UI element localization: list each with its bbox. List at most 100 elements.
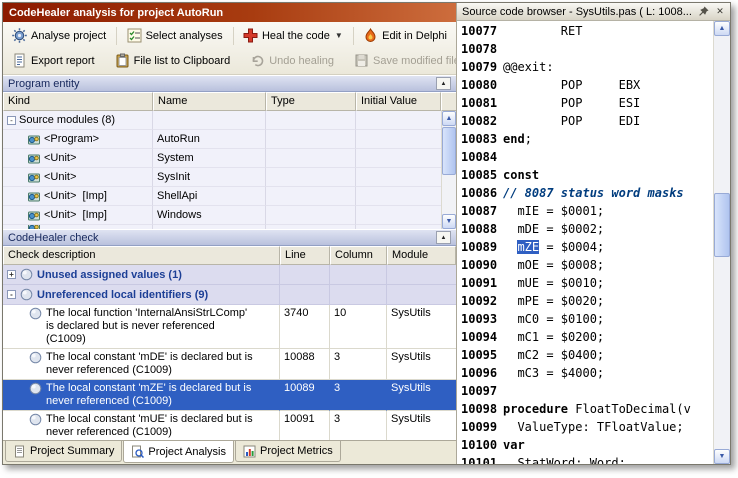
- column-header-kind[interactable]: Kind: [3, 92, 153, 111]
- line-number: 10101: [461, 456, 498, 464]
- file-list-to-clipboard-button[interactable]: File list to Clipboard: [108, 50, 238, 72]
- code-line[interactable]: 10086 // 8087 status word masks: [457, 184, 713, 202]
- tree-row[interactable]: - Source modules (8): [3, 111, 441, 130]
- unit-icon: [27, 189, 41, 203]
- code-line[interactable]: 10080 POP EBX: [457, 76, 713, 94]
- expander-icon[interactable]: +: [7, 270, 16, 279]
- code-line[interactable]: 10089 mZE = $0004;: [457, 238, 713, 256]
- line-number: 10086: [461, 186, 498, 200]
- scroll-up-icon[interactable]: ▲: [442, 111, 456, 126]
- code-line[interactable]: 10092 mPE = $0020;: [457, 292, 713, 310]
- code-line[interactable]: 10090 mOE = $0008;: [457, 256, 713, 274]
- code-line[interactable]: 10091 mUE = $0010;: [457, 274, 713, 292]
- metrics-chart-icon: [243, 445, 256, 458]
- line-number: 10098: [461, 402, 498, 416]
- close-icon[interactable]: ✕: [713, 5, 727, 19]
- undo-healing-button[interactable]: Undo healing: [243, 50, 341, 72]
- code-line[interactable]: 10078: [457, 40, 713, 58]
- tree-row[interactable]: <Unit> SysInit: [3, 168, 441, 187]
- line-number: 10097: [461, 384, 498, 398]
- analyse-project-button[interactable]: Analyse project: [5, 25, 113, 47]
- code-line[interactable]: 10095 mC2 = $0400;: [457, 346, 713, 364]
- column-header-type[interactable]: Type: [266, 92, 356, 111]
- code-line[interactable]: 10101 StatWord: Word;: [457, 454, 713, 464]
- code-line[interactable]: 10083 end;: [457, 130, 713, 148]
- column-header-column[interactable]: Column: [330, 246, 387, 265]
- code-line[interactable]: 10079 @@exit:: [457, 58, 713, 76]
- toolbar-row-1: Analyse project Select analyses Heal the…: [5, 23, 454, 48]
- line-cell: [280, 265, 330, 285]
- export-report-button[interactable]: Export report: [5, 50, 102, 72]
- column-header-name[interactable]: Name: [153, 92, 266, 111]
- line-number: 10090: [461, 258, 498, 272]
- scroll-track[interactable]: [442, 126, 456, 214]
- code-line[interactable]: 10098 procedure FloatToDecimal(v: [457, 400, 713, 418]
- select-analyses-button[interactable]: Select analyses: [120, 25, 230, 47]
- check-item-row[interactable]: The local constant 'mZE' is declared but…: [3, 380, 456, 411]
- tree-row[interactable]: <Unit> System: [3, 149, 441, 168]
- code-line[interactable]: 10093 mC0 = $0100;: [457, 310, 713, 328]
- code-text: POP EBX: [503, 78, 641, 92]
- tree-row[interactable]: <Program> AutoRun: [3, 130, 441, 149]
- scroll-thumb[interactable]: [442, 127, 456, 175]
- scroll-down-icon[interactable]: ▼: [714, 449, 730, 464]
- code-line[interactable]: 10087 mIE = $0001;: [457, 202, 713, 220]
- expander-icon[interactable]: -: [7, 115, 16, 125]
- edit-in-delphi-button[interactable]: Edit in Delphi: [356, 25, 454, 47]
- code-line[interactable]: 10085 const: [457, 166, 713, 184]
- code-line[interactable]: 10084: [457, 148, 713, 166]
- collapse-check-panel-button[interactable]: ▲: [436, 231, 451, 244]
- check-item-row[interactable]: The local function 'InternalAnsiStrLComp…: [3, 305, 456, 349]
- source-browser-header[interactable]: Source code browser - SysUtils.pas ( L: …: [457, 3, 730, 21]
- kind-label: Source modules (8): [19, 114, 115, 126]
- window-titlebar[interactable]: CodeHealer analysis for project AutoRun: [3, 3, 456, 22]
- tab-project-analysis[interactable]: Project Analysis: [123, 441, 235, 463]
- column-header-check-description[interactable]: Check description: [3, 246, 280, 265]
- line-number: 10095: [461, 348, 498, 362]
- check-group-row[interactable]: + Unused assigned values (1): [3, 265, 456, 285]
- check-group-row[interactable]: - Unreferenced local identifiers (9): [3, 285, 456, 305]
- code-line[interactable]: 10077 RET: [457, 22, 713, 40]
- pin-icon[interactable]: [696, 5, 710, 19]
- dropdown-arrow-icon[interactable]: ▼: [335, 31, 343, 40]
- scroll-down-icon[interactable]: ▼: [442, 214, 456, 229]
- scroll-track[interactable]: [714, 36, 730, 449]
- code-line[interactable]: 10082 POP EDI: [457, 112, 713, 130]
- code-line[interactable]: 10088 mDE = $0002;: [457, 220, 713, 238]
- scroll-up-icon[interactable]: ▲: [714, 21, 730, 36]
- code-line[interactable]: 10096 mC3 = $4000;: [457, 364, 713, 382]
- expander-icon[interactable]: -: [7, 290, 16, 299]
- check-rows: + Unused assigned values (1) - Unreferenced…: [3, 265, 456, 440]
- code-text: mC0 = $0100;: [503, 312, 605, 326]
- code-line[interactable]: 10099 ValueType: TFloatValue;: [457, 418, 713, 436]
- heal-the-code-button[interactable]: Heal the code ▼: [236, 25, 350, 47]
- line-number: 10078: [461, 42, 498, 56]
- save-modified-file-button[interactable]: Save modified file: [347, 50, 456, 72]
- check-description: The local function 'InternalAnsiStrLComp…: [46, 307, 248, 345]
- check-item-row[interactable]: The local constant 'mDE' is declared but…: [3, 349, 456, 380]
- column-header-line[interactable]: Line: [280, 246, 330, 265]
- column-header-initial-value[interactable]: Initial Value: [356, 92, 441, 111]
- line-cell: [280, 285, 330, 305]
- line-number: 10089: [461, 240, 498, 254]
- code-line[interactable]: 10094 mC1 = $0200;: [457, 328, 713, 346]
- code-scrollbar[interactable]: ▲ ▼: [713, 21, 730, 464]
- tree-row[interactable]: <Unit> [Imp] Windows: [3, 206, 441, 225]
- analyse-icon: [12, 28, 27, 43]
- column-header-module[interactable]: Module: [387, 246, 456, 265]
- program-entity-scrollbar[interactable]: ▲ ▼: [441, 111, 456, 229]
- line-number: 10087: [461, 204, 498, 218]
- code-line[interactable]: 10097: [457, 382, 713, 400]
- check-column-headers: Check description Line Column Module: [3, 246, 456, 265]
- code-line[interactable]: 10100 var: [457, 436, 713, 454]
- tab-project-metrics[interactable]: Project Metrics: [235, 441, 341, 462]
- collapse-program-entity-button[interactable]: ▲: [436, 77, 451, 90]
- check-item-row[interactable]: The local constant 'mUE' is declared but…: [3, 411, 456, 440]
- program-entity-rows: - Source modules (8) <Program> AutoRun <Unit…: [3, 111, 441, 229]
- scroll-thumb[interactable]: [714, 192, 730, 257]
- line-number: 10088: [461, 222, 498, 236]
- code-line[interactable]: 10081 POP ESI: [457, 94, 713, 112]
- tree-row[interactable]: <Unit> [Imp] ShellApi: [3, 187, 441, 206]
- tab-project-summary[interactable]: Project Summary: [5, 441, 123, 462]
- code-lines[interactable]: 10077 RET 10078 10079 @@exit: 10080 POP EBX 1…: [457, 21, 713, 464]
